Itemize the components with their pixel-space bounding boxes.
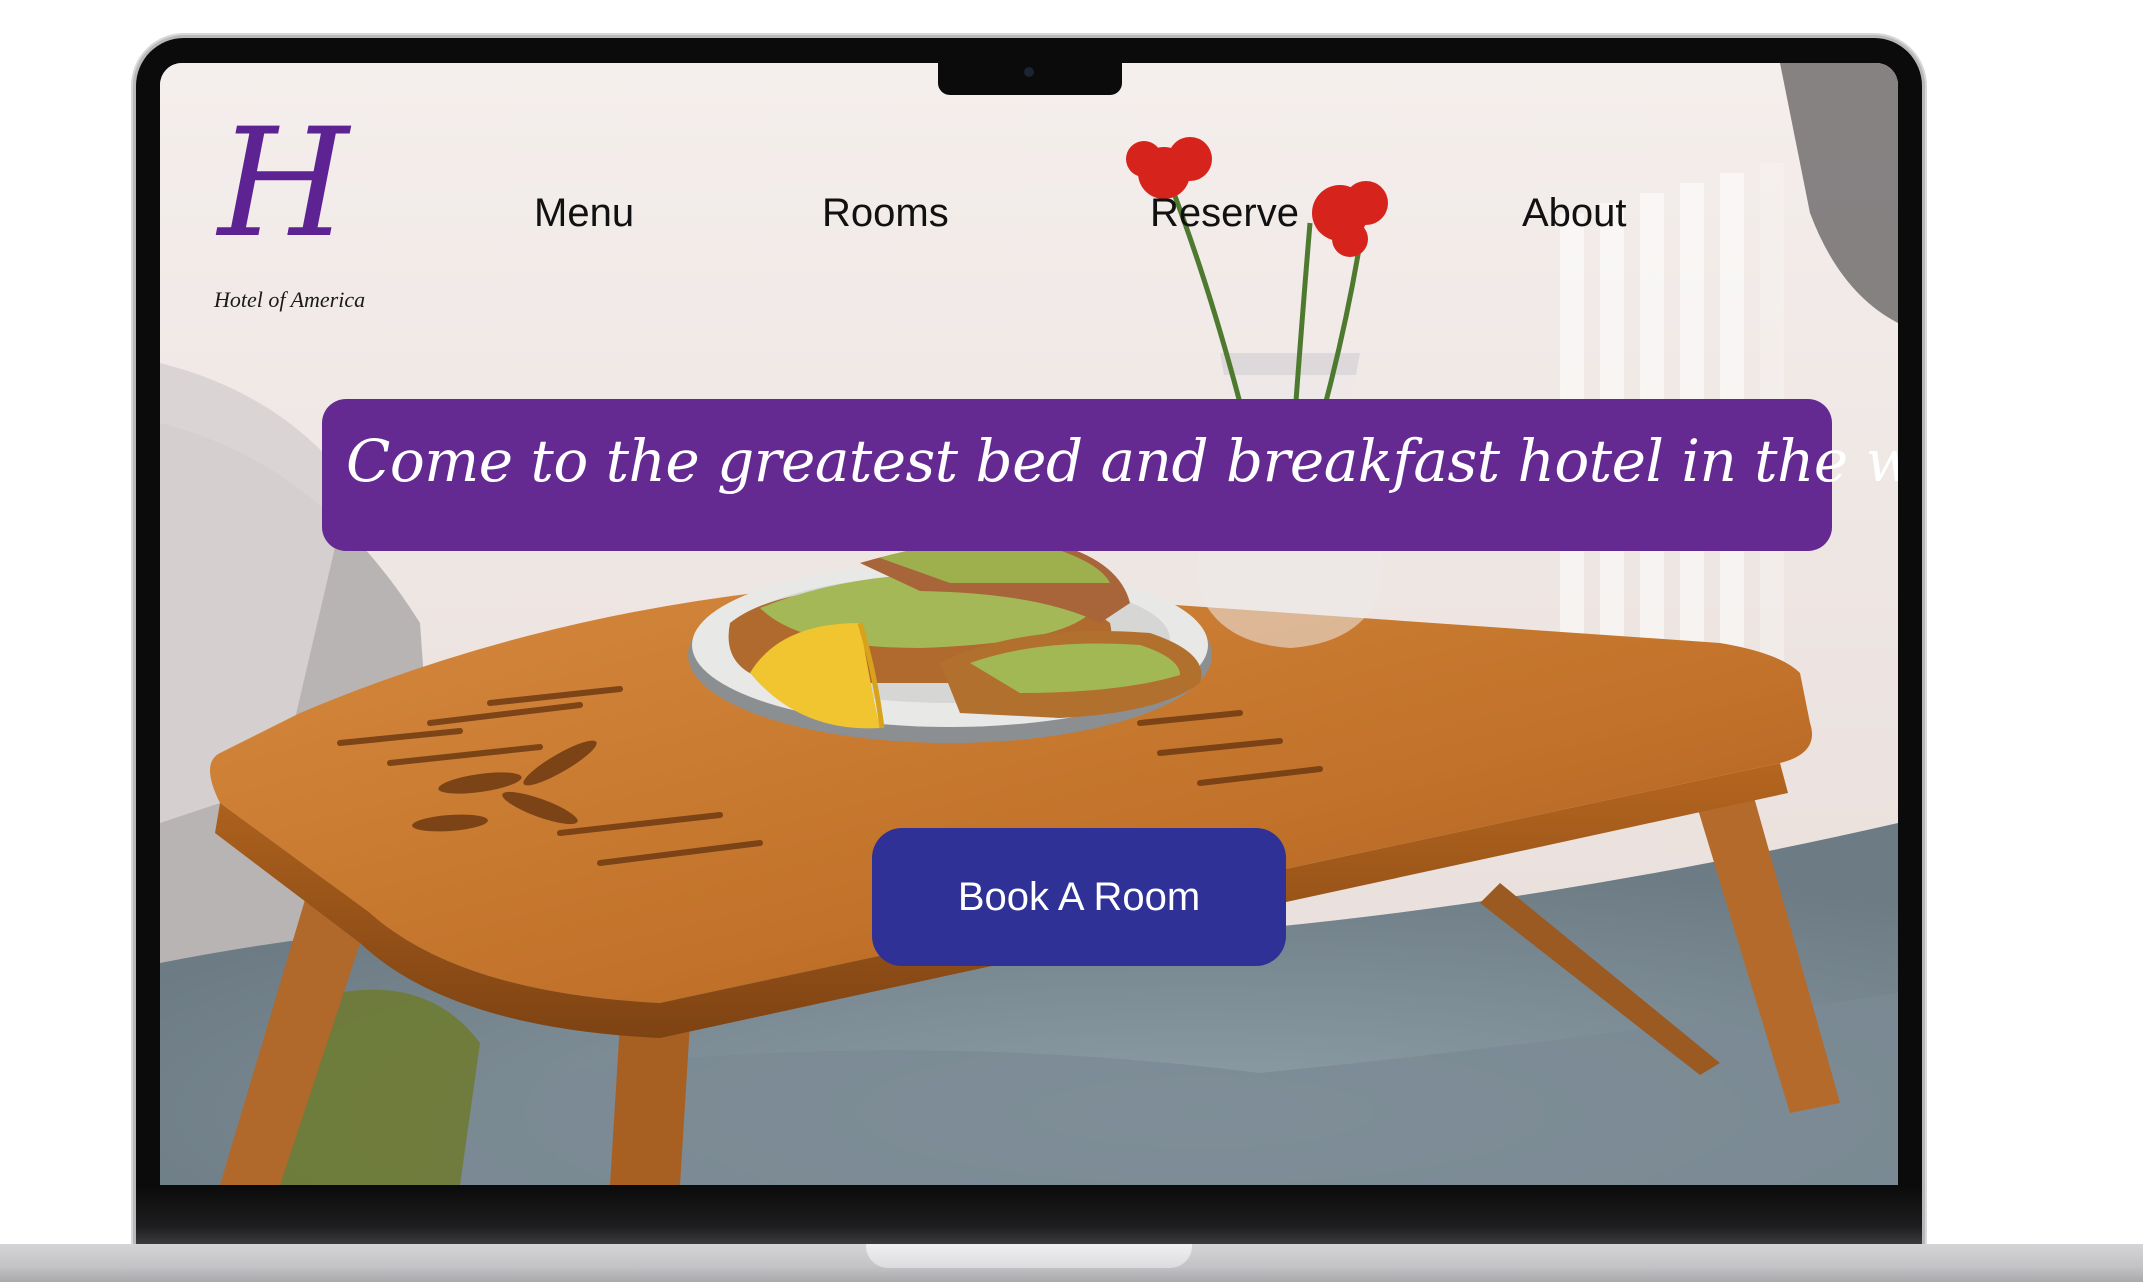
logo-letter: H — [218, 97, 349, 271]
logo-caption: Hotel of America — [214, 287, 366, 312]
nav-item-reserve[interactable]: Reserve — [1150, 191, 1299, 236]
headline-banner: Come to the greatest bed and breakfast h… — [322, 399, 1898, 551]
laptop-mockup: H Hotel of America Menu Rooms Reserve Ab… — [0, 0, 2143, 1282]
laptop-base-notch — [866, 1244, 1192, 1268]
nav-item-rooms[interactable]: Rooms — [822, 191, 949, 236]
laptop-chin — [136, 1186, 1922, 1244]
nav-item-menu[interactable]: Menu — [534, 191, 634, 236]
headline-text: Come to the greatest bed and breakfast h… — [346, 427, 1898, 495]
book-a-room-button[interactable]: Book A Room — [872, 828, 1286, 966]
nav-item-about[interactable]: About — [1522, 191, 1627, 236]
hotel-logo[interactable]: H — [210, 109, 370, 299]
laptop-screen: H Hotel of America Menu Rooms Reserve Ab… — [160, 63, 1898, 1185]
camera-icon — [1024, 67, 1034, 77]
hero-background-image — [160, 63, 1898, 1185]
